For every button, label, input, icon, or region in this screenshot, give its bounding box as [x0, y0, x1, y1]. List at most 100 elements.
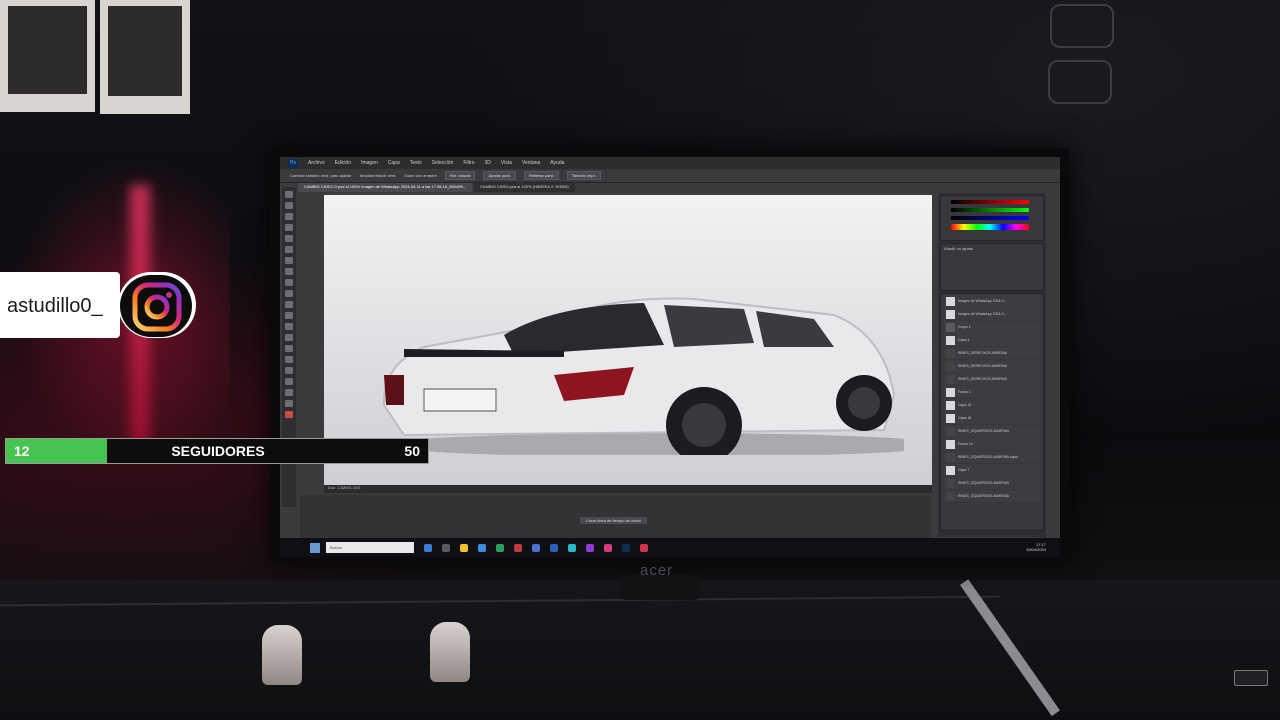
menu-3d[interactable]: 3D	[485, 160, 491, 166]
store-icon[interactable]	[478, 543, 486, 552]
photoshop-logo-icon: Ps	[288, 158, 298, 168]
tab-document-1[interactable]: CAMBIO CARO-O.psd al 100% Imagen de What…	[298, 183, 473, 192]
eraser-tool-icon[interactable]	[285, 301, 293, 308]
layer-row[interactable]: RINES_IZQUIERDOS-MAREMA	[944, 490, 1040, 502]
menu-imagen[interactable]: Imagen	[361, 160, 378, 166]
menu-edicion[interactable]: Edición	[335, 160, 351, 166]
green-slider[interactable]	[951, 208, 1029, 212]
layer-thumbnail	[946, 361, 955, 371]
layer-row[interactable]: RINES_IZQUIERDOS-MAREMA copia	[944, 451, 1040, 463]
layer-row[interactable]: RINES_DERECHOS-MAREMA	[944, 360, 1040, 372]
layer-name: Imagen de WhatsApp 2024-0...	[958, 299, 1007, 303]
menu-capa[interactable]: Capa	[388, 160, 400, 166]
app-icon[interactable]	[496, 543, 504, 552]
monitor-stand	[620, 575, 700, 600]
menu-seleccion[interactable]: Selección	[432, 160, 454, 166]
color-panel	[940, 195, 1044, 241]
tab-document-2[interactable]: CAMBIO CARO.psd al 100% (HIBERIA 2, RGB/…	[474, 183, 575, 192]
instagram-icon	[132, 282, 182, 332]
taskbar-search-input[interactable]: Buscar	[326, 542, 414, 553]
healing-tool-icon[interactable]	[285, 257, 293, 264]
layer-name: RINES_IZQUIERDOS-MAREMA copia	[958, 455, 1019, 459]
layer-row[interactable]: Grupo 1	[944, 321, 1040, 333]
layer-row[interactable]: Capa 7	[944, 464, 1040, 476]
color-spectrum[interactable]	[951, 224, 1029, 230]
fit-screen-button[interactable]: Ajustar pant.	[483, 171, 516, 180]
actual-pixels-button[interactable]: Rel. natural	[444, 171, 476, 180]
menu-archivo[interactable]: Archivo	[308, 160, 325, 166]
layer-name: RINES_IZQUIERDOS-MAREMA	[958, 494, 1009, 498]
menu-filtro[interactable]: Filtro	[463, 160, 474, 166]
app-icon[interactable]	[568, 543, 576, 552]
layer-thumbnail	[946, 452, 955, 462]
eyedropper-tool-icon[interactable]	[285, 246, 293, 253]
history-brush-tool-icon[interactable]	[285, 290, 293, 297]
type-tool-icon[interactable]	[285, 356, 293, 363]
menu-ayuda[interactable]: Ayuda	[550, 160, 564, 166]
layer-row[interactable]: Capa 4	[944, 334, 1040, 346]
app-icon[interactable]	[514, 543, 522, 552]
crop-tool-icon[interactable]	[285, 235, 293, 242]
layer-name: Capa 18	[958, 416, 972, 420]
layer-row[interactable]: RINES_IZQUIERDOS-MAREMA	[944, 477, 1040, 489]
layer-thumbnail	[946, 374, 955, 384]
brush-tool-icon[interactable]	[285, 268, 293, 275]
layer-name: Fondo 1	[958, 390, 971, 394]
foreground-color-swatch[interactable]	[285, 411, 293, 418]
layer-row[interactable]: Fondo 10	[944, 438, 1040, 450]
option-resize-windows[interactable]: Ampliar/reducir vent.	[360, 173, 397, 178]
lasso-tool-icon[interactable]	[285, 213, 293, 220]
layer-row[interactable]: RINES_IZQUIERDOS-MAREMA	[944, 425, 1040, 437]
layer-row[interactable]: RINES_DERECHOS-MAREMA	[944, 373, 1040, 385]
menu-texto[interactable]: Texto	[410, 160, 422, 166]
dodge-tool-icon[interactable]	[285, 334, 293, 341]
desk	[0, 580, 1280, 720]
layer-name: RINES_IZQUIERDOS-MAREMA	[958, 429, 1009, 433]
layer-row[interactable]: Capa 15	[944, 399, 1040, 411]
fill-screen-button[interactable]: Rellenar pant.	[523, 171, 559, 180]
photoshop-taskbar-icon[interactable]	[622, 543, 630, 552]
create-video-timeline-button[interactable]: Crear línea de tiempo de vídeo	[580, 517, 647, 524]
app-icon[interactable]	[550, 543, 558, 552]
layer-thumbnail	[946, 387, 955, 397]
zoom-tool-icon[interactable]	[285, 400, 293, 407]
layer-name: Grupo 1	[958, 325, 971, 329]
app-icon[interactable]	[586, 543, 594, 552]
gradient-tool-icon[interactable]	[285, 312, 293, 319]
layer-thumbnail	[946, 309, 955, 319]
adjustments-title: Añadir un ajuste	[944, 246, 973, 251]
menu-ventana[interactable]: Ventana	[522, 160, 540, 166]
option-fit-window[interactable]: Cambiar tamaño vent. para ajustar	[290, 173, 352, 178]
red-slider[interactable]	[951, 200, 1029, 204]
shape-tool-icon[interactable]	[285, 378, 293, 385]
layer-row[interactable]: Fondo 1	[944, 386, 1040, 398]
layer-name: Capa 7	[958, 468, 970, 472]
app-icon[interactable]	[532, 543, 540, 552]
edge-icon[interactable]	[424, 543, 432, 552]
pen-tool-icon[interactable]	[285, 345, 293, 352]
app-icon[interactable]	[640, 543, 648, 552]
wall-photo	[0, 0, 95, 112]
layer-row[interactable]: Capa 18	[944, 412, 1040, 424]
layer-row[interactable]: Imagen de WhatsApp 2024-0...	[944, 308, 1040, 320]
taskbar-clock[interactable]: 17:17 10/04/2024	[1026, 542, 1046, 552]
layer-row[interactable]: Imagen de WhatsApp 2024-0...	[944, 295, 1040, 307]
app-icon[interactable]	[604, 543, 612, 552]
layer-row[interactable]: RINES_DERECHOS-MAREMA	[944, 347, 1040, 359]
follower-count: 12	[14, 443, 30, 459]
print-size-button[interactable]: Tamaño impr.	[566, 171, 601, 180]
file-explorer-icon[interactable]	[460, 543, 468, 552]
menu-vista[interactable]: Vista	[501, 160, 512, 166]
move-tool-icon[interactable]	[285, 191, 293, 198]
windows-start-icon[interactable]	[310, 542, 320, 553]
task-view-icon[interactable]	[442, 543, 450, 552]
blur-tool-icon[interactable]	[285, 323, 293, 330]
option-scrubby-zoom[interactable]: Zoom con arrastre	[404, 173, 437, 178]
stamp-tool-icon[interactable]	[285, 279, 293, 286]
marquee-tool-icon[interactable]	[285, 202, 293, 209]
blue-slider[interactable]	[951, 216, 1029, 220]
hand-tool-icon[interactable]	[285, 389, 293, 396]
path-select-tool-icon[interactable]	[285, 367, 293, 374]
lucky-cat-figurine	[262, 625, 302, 685]
quick-select-tool-icon[interactable]	[285, 224, 293, 231]
